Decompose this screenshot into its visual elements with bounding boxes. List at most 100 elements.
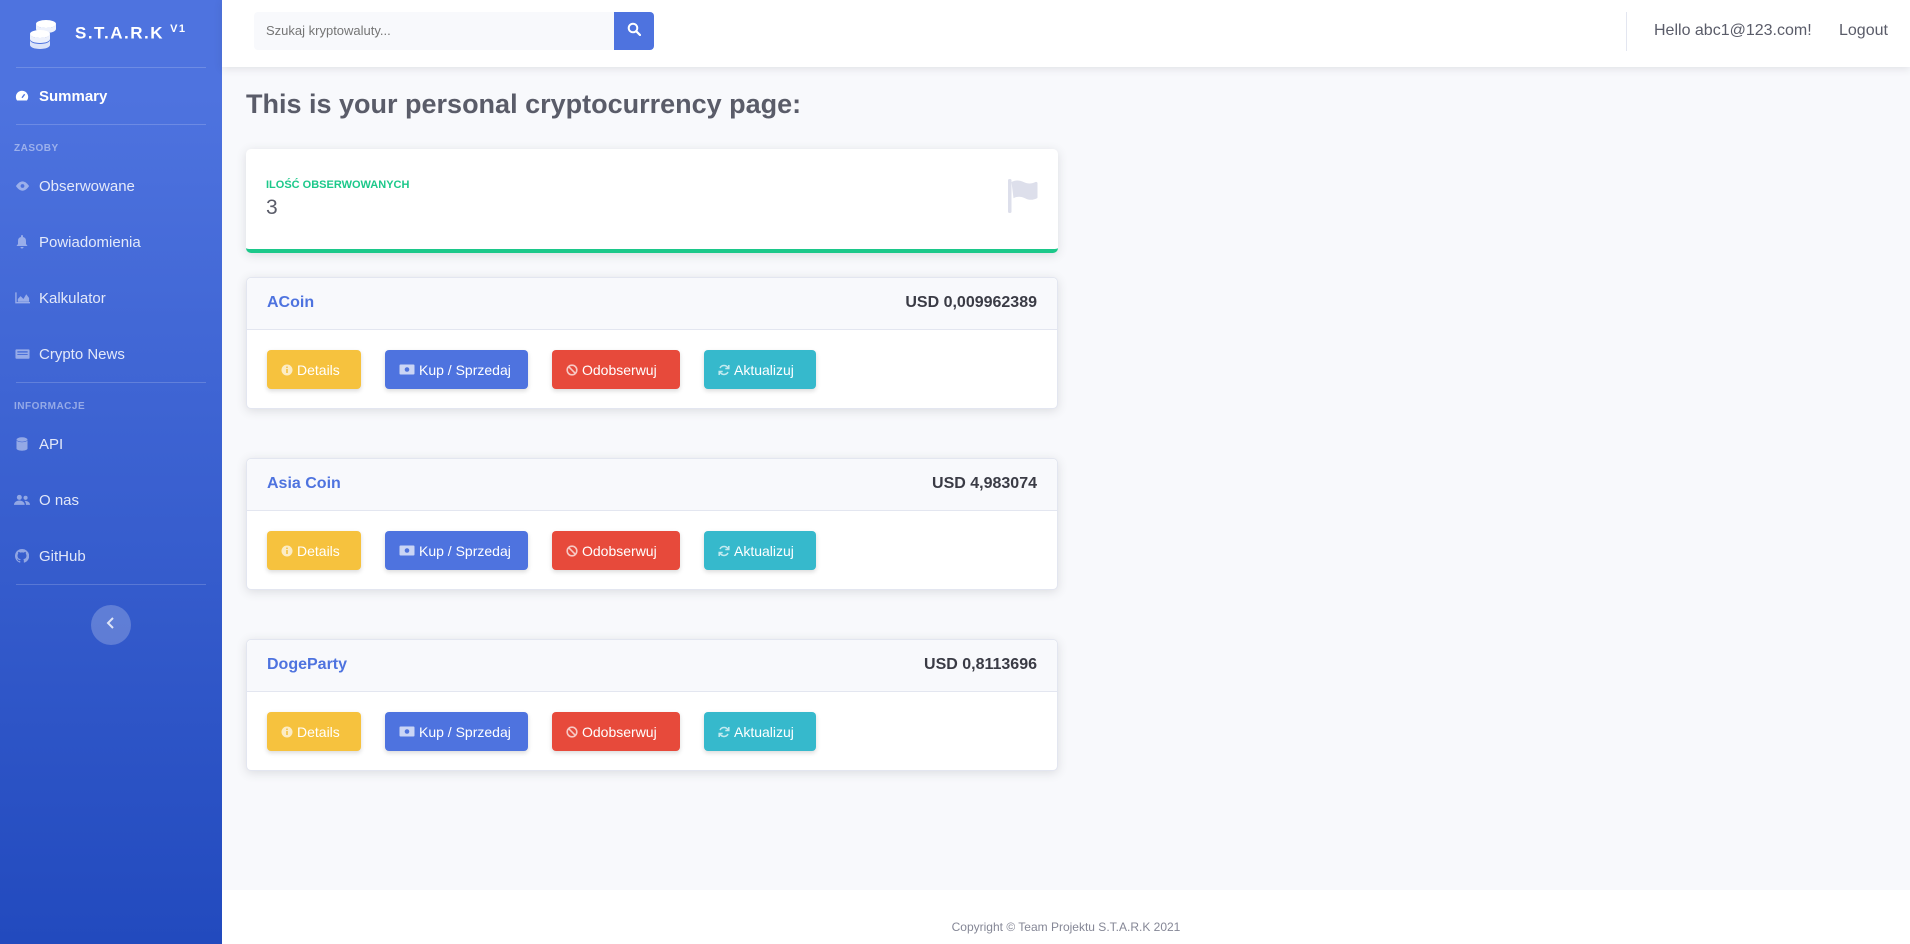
buy-sell-button-label: Kup / Sprzedaj: [419, 723, 511, 740]
unfollow-button[interactable]: Odobserwuj: [552, 350, 680, 389]
sidebar-divider: [16, 584, 206, 585]
logout-link[interactable]: Logout: [1839, 22, 1888, 40]
coin-card-header: Asia Coin USD 4,983074: [247, 459, 1057, 511]
unfollow-button-label: Odobserwuj: [582, 723, 657, 740]
copyright-text: Copyright © Team Projektu S.T.A.R.K 2021: [951, 920, 1181, 934]
sidebar-item-obserwowane[interactable]: Obserwowane: [0, 158, 222, 214]
ban-icon: [566, 363, 578, 376]
coin-price: USD 0,8113696: [924, 656, 1037, 673]
info-circle-icon: [281, 545, 293, 557]
coin-name-link[interactable]: ACoin: [267, 294, 314, 312]
buy-sell-button[interactable]: Kup / Sprzedaj: [385, 350, 528, 389]
newspaper-icon: [14, 346, 30, 362]
details-button[interactable]: Details: [267, 712, 361, 751]
users-icon: [14, 492, 30, 508]
info-circle-icon: [281, 726, 293, 738]
coin-card-body: Details Kup / Sprzedaj Odobserwuj Aktual…: [247, 511, 1057, 590]
details-button[interactable]: Details: [267, 531, 361, 570]
bell-icon: [14, 234, 30, 250]
flag-icon: [1008, 179, 1040, 218]
sidebar-item-github[interactable]: GitHub: [0, 528, 222, 584]
sidebar-item-label: Powiadomienia: [39, 233, 141, 251]
coin-card-header: DogeParty USD 0,8113696: [247, 640, 1057, 692]
sidebar-item-api[interactable]: API: [0, 416, 222, 472]
brand-version: V1: [170, 23, 187, 36]
watched-count-label: ILOŚĆ OBSERWOWANYCH: [266, 179, 410, 191]
coin-price: USD 4,983074: [932, 475, 1037, 492]
coin-name-link[interactable]: Asia Coin: [267, 475, 341, 493]
coin-card: Asia Coin USD 4,983074 Details Kup / Spr…: [246, 458, 1058, 590]
sidebar-item-label: API: [39, 435, 64, 453]
update-button-label: Aktualizuj: [734, 723, 794, 740]
sidebar-item-label: GitHub: [39, 547, 86, 565]
sidebar-item-label: O nas: [39, 491, 80, 509]
github-icon: [14, 548, 30, 564]
update-button[interactable]: Aktualizuj: [704, 531, 816, 570]
user-greeting[interactable]: Hello abc1@123.com!: [1654, 22, 1812, 40]
sidebar-item-label: Crypto News: [39, 345, 125, 363]
watched-count-value: 3: [266, 196, 278, 219]
info-circle-icon: [281, 364, 293, 376]
money-bill-icon: [399, 726, 415, 737]
sidebar-item-label: Obserwowane: [39, 177, 135, 195]
update-button[interactable]: Aktualizuj: [704, 350, 816, 389]
coins-icon: [26, 17, 60, 51]
sidebar-item-powiadomienia[interactable]: Powiadomienia: [0, 214, 222, 270]
sync-icon: [718, 364, 730, 376]
page-title: This is your personal cryptocurrency pag…: [246, 89, 802, 119]
ban-icon: [566, 725, 578, 738]
update-button-label: Aktualizuj: [734, 361, 794, 378]
coin-price: USD 0,009962389: [905, 294, 1037, 311]
details-button-label: Details: [297, 723, 340, 740]
coin-card: DogeParty USD 0,8113696 Details Kup / Sp…: [246, 639, 1058, 771]
watched-count-card: ILOŚĆ OBSERWOWANYCH 3: [246, 149, 1058, 253]
search-form: [254, 12, 654, 50]
buy-sell-button-label: Kup / Sprzedaj: [419, 361, 511, 378]
coin-card: ACoin USD 0,009962389 Details Kup / Sprz…: [246, 277, 1058, 409]
details-button-label: Details: [297, 361, 340, 378]
buy-sell-button[interactable]: Kup / Sprzedaj: [385, 531, 528, 570]
sidebar-heading-zasoby: ZASOBY: [14, 143, 59, 154]
coin-card-body: Details Kup / Sprzedaj Odobserwuj Aktual…: [247, 692, 1057, 771]
sidebar: S.T.A.R.K V1 Summary ZASOBY Obserwowane P…: [0, 0, 222, 944]
buy-sell-button-label: Kup / Sprzedaj: [419, 542, 511, 559]
unfollow-button-label: Odobserwuj: [582, 361, 657, 378]
sidebar-item-summary[interactable]: Summary: [0, 68, 222, 124]
unfollow-button[interactable]: Odobserwuj: [552, 712, 680, 751]
update-button[interactable]: Aktualizuj: [704, 712, 816, 751]
sidebar-heading-informacje: INFORMACJE: [14, 401, 86, 412]
sidebar-toggle-button[interactable]: [91, 605, 131, 645]
sync-icon: [718, 726, 730, 738]
details-button[interactable]: Details: [267, 350, 361, 389]
unfollow-button-label: Odobserwuj: [582, 542, 657, 559]
search-icon: [627, 22, 642, 41]
money-bill-icon: [399, 364, 415, 375]
unfollow-button[interactable]: Odobserwuj: [552, 531, 680, 570]
topbar: Hello abc1@123.com! Logout: [222, 0, 1910, 67]
footer: Copyright © Team Projektu S.T.A.R.K 2021: [222, 890, 1910, 944]
chart-area-icon: [14, 290, 30, 306]
sidebar-item-o-nas[interactable]: O nas: [0, 472, 222, 528]
database-icon: [14, 436, 30, 452]
brand[interactable]: S.T.A.R.K V1: [0, 0, 222, 67]
sidebar-item-label: Kalkulator: [39, 289, 106, 307]
ban-icon: [566, 544, 578, 557]
tachometer-icon: [14, 88, 30, 104]
sidebar-item-crypto-news[interactable]: Crypto News: [0, 326, 222, 382]
search-input[interactable]: [254, 12, 614, 50]
search-button[interactable]: [614, 12, 654, 50]
eye-icon: [14, 178, 30, 194]
coin-card-header: ACoin USD 0,009962389: [247, 278, 1057, 330]
topbar-divider: [1626, 12, 1627, 51]
money-bill-icon: [399, 545, 415, 556]
details-button-label: Details: [297, 542, 340, 559]
sidebar-item-kalkulator[interactable]: Kalkulator: [0, 270, 222, 326]
sidebar-item-label: Summary: [39, 87, 108, 105]
buy-sell-button[interactable]: Kup / Sprzedaj: [385, 712, 528, 751]
sync-icon: [718, 545, 730, 557]
update-button-label: Aktualizuj: [734, 542, 794, 559]
brand-name: S.T.A.R.K V1: [75, 23, 187, 43]
coin-name-link[interactable]: DogeParty: [267, 656, 347, 674]
coin-card-body: Details Kup / Sprzedaj Odobserwuj Aktual…: [247, 330, 1057, 409]
chevron-left-icon: [106, 616, 116, 634]
